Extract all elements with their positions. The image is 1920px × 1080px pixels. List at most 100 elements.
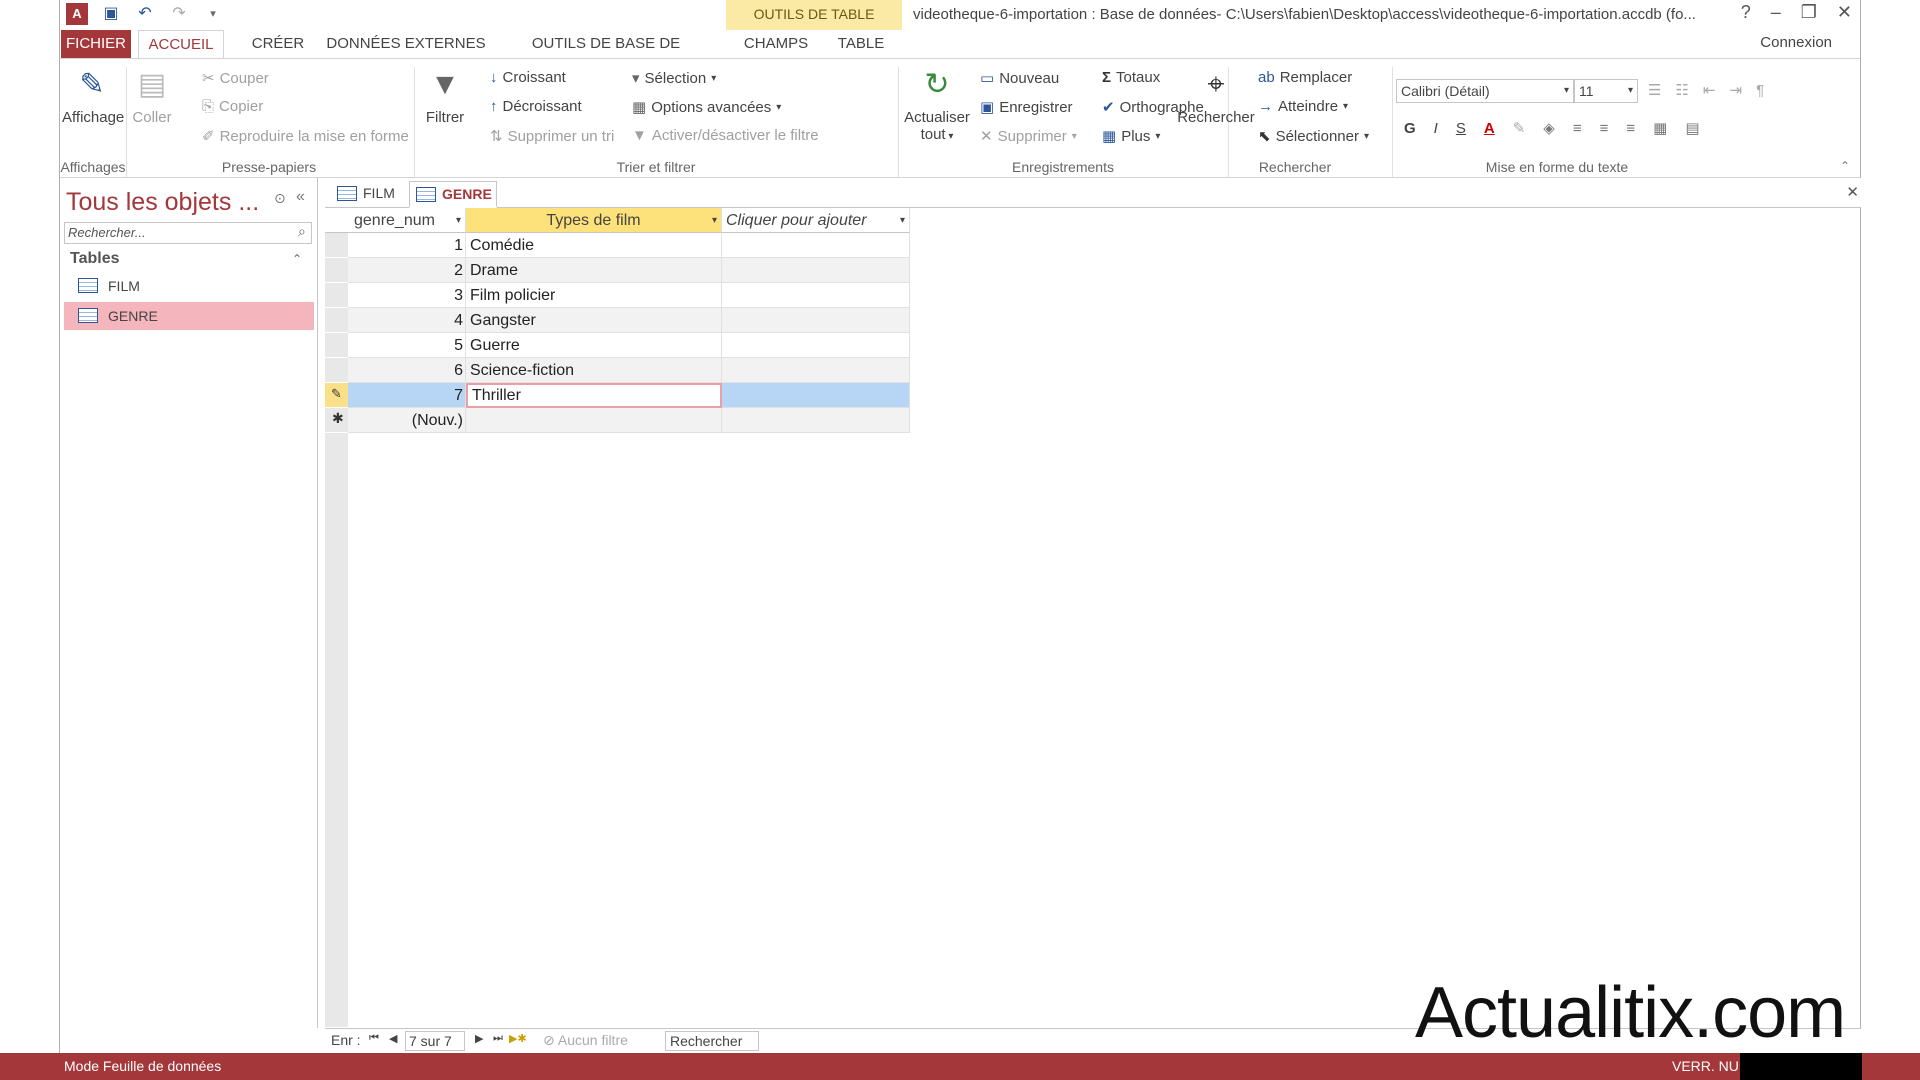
cell-add-column[interactable] <box>722 233 910 258</box>
row-selector[interactable] <box>325 333 348 358</box>
cell-types-de-film[interactable]: Drame <box>466 258 722 283</box>
numbering-icon[interactable]: ☷ <box>1675 81 1688 99</box>
cell-add-column[interactable] <box>722 308 910 333</box>
nav-search-input[interactable]: Rechercher... <box>64 222 312 244</box>
sort-ascending-button[interactable]: ↓ Croissant <box>490 69 566 86</box>
align-right-icon[interactable]: ≡ <box>1626 120 1635 137</box>
font-size-select[interactable]: 11 ▾ <box>1574 79 1638 103</box>
new-row-selector[interactable]: ✱ <box>325 408 348 433</box>
column-dropdown-icon[interactable]: ▾ <box>712 208 717 232</box>
cell-add-column[interactable] <box>722 333 910 358</box>
tab-create[interactable]: CRÉER <box>238 30 318 58</box>
cell-types-de-film[interactable]: Comédie <box>466 233 722 258</box>
copy-button[interactable]: ⎘ Copier <box>202 98 263 115</box>
record-search-input[interactable]: Rechercher <box>665 1031 759 1051</box>
bullets-icon[interactable]: ☰ <box>1648 81 1661 99</box>
row-selector[interactable] <box>325 308 348 333</box>
totals-button[interactable]: Σ Totaux <box>1102 69 1160 86</box>
previous-record-icon[interactable]: ◀ <box>389 1032 397 1045</box>
goto-button[interactable]: → Atteindre ▾ <box>1258 98 1348 115</box>
collapse-ribbon-icon[interactable]: ⌃ <box>1840 159 1850 173</box>
remove-sort-button[interactable]: ⇅ Supprimer un tri <box>490 127 614 146</box>
alternate-row-color-icon[interactable]: ▦ <box>1653 119 1667 137</box>
underline-button[interactable]: S <box>1456 120 1466 137</box>
cell-genre-num[interactable]: 4 <box>348 308 466 333</box>
save-record-button[interactable]: ▣ Enregistrer <box>980 98 1073 117</box>
filter-button[interactable]: ▼ Filtrer <box>422 65 468 126</box>
nav-item-film[interactable]: FILM <box>64 272 314 300</box>
nav-menu-chevron-icon[interactable]: ⊙ <box>274 190 286 207</box>
gridlines-icon[interactable]: ▤ <box>1685 119 1699 137</box>
save-icon[interactable]: ▣ <box>100 3 122 25</box>
paragraph-icon[interactable]: ¶ <box>1756 82 1764 99</box>
next-record-icon[interactable]: ▶ <box>475 1032 483 1045</box>
find-button[interactable]: ⌖ Rechercher <box>1174 65 1258 126</box>
format-painter-button[interactable]: ✐ Reproduire la mise en forme <box>202 127 409 146</box>
new-row-cell[interactable] <box>466 408 722 433</box>
doc-tab-film[interactable]: FILM <box>331 181 407 208</box>
first-record-icon[interactable]: ⏮ <box>369 1032 379 1045</box>
new-record-button[interactable]: ▭ Nouveau <box>980 69 1059 88</box>
tab-fields[interactable]: CHAMPS <box>736 30 816 58</box>
tab-home[interactable]: ACCUEIL <box>138 30 224 58</box>
cell-add-column[interactable] <box>722 383 910 408</box>
tab-table[interactable]: TABLE <box>826 30 896 58</box>
cell-types-de-film[interactable]: Film policier <box>466 283 722 308</box>
cut-button[interactable]: ✂ Couper <box>202 69 269 88</box>
restore-button[interactable]: ❐ <box>1801 2 1817 23</box>
sign-in-link[interactable]: Connexion <box>1760 34 1832 51</box>
fill-color-icon[interactable]: ◈ <box>1543 119 1555 137</box>
new-blank-record-icon[interactable]: ▶✱ <box>509 1032 527 1045</box>
nav-section-tables[interactable]: Tables <box>70 250 120 268</box>
column-dropdown-icon[interactable]: ▾ <box>900 208 905 232</box>
tab-file[interactable]: FICHIER <box>61 30 131 58</box>
cell-add-column[interactable] <box>722 258 910 283</box>
shutter-bar-close-icon[interactable]: « <box>296 188 305 206</box>
cell-types-de-film[interactable]: Gangster <box>466 308 722 333</box>
cell-add-column[interactable] <box>722 358 910 383</box>
column-dropdown-icon[interactable]: ▾ <box>456 208 461 232</box>
filter-status[interactable]: ⊘ Aucun filtre <box>543 1032 628 1049</box>
last-record-icon[interactable]: ⏭ <box>493 1032 503 1045</box>
font-family-select[interactable]: Calibri (Détail) ▾ <box>1396 79 1574 103</box>
help-icon[interactable]: ? <box>1741 2 1751 23</box>
highlight-icon[interactable]: ✎ <box>1513 119 1526 137</box>
close-document-icon[interactable]: ✕ <box>1846 183 1859 201</box>
replace-button[interactable]: ab Remplacer <box>1258 69 1352 86</box>
customize-qat-icon[interactable]: ▾ <box>202 3 224 25</box>
column-header-genre-num[interactable]: genre_num ▾ <box>348 208 466 233</box>
search-icon[interactable]: ⌕ <box>298 223 306 240</box>
cell-types-de-film[interactable]: Guerre <box>466 333 722 358</box>
nav-item-genre[interactable]: GENRE <box>64 302 314 330</box>
doc-tab-genre[interactable]: GENRE <box>409 181 497 208</box>
tab-external-data[interactable]: DONNÉES EXTERNES <box>326 30 486 58</box>
view-button[interactable]: ✎ Affichage <box>62 65 124 126</box>
row-selector[interactable]: ✎ <box>325 383 348 408</box>
advanced-options-button[interactable]: ▦ Options avancées ▾ <box>632 98 781 117</box>
refresh-all-button[interactable]: ↻ Actualiser tout ▾ <box>902 65 972 143</box>
row-selector[interactable] <box>325 358 348 383</box>
italic-button[interactable]: I <box>1434 120 1438 137</box>
align-left-icon[interactable]: ≡ <box>1573 120 1582 137</box>
sort-descending-button[interactable]: ↑ Décroissant <box>490 98 582 115</box>
select-all-corner[interactable] <box>325 208 348 233</box>
cell-types-de-film[interactable]: Science-fiction <box>466 358 722 383</box>
row-selector[interactable] <box>325 258 348 283</box>
column-header-add[interactable]: Cliquer pour ajouter ▾ <box>722 208 910 233</box>
row-selector[interactable] <box>325 233 348 258</box>
cell-add-column[interactable] <box>722 283 910 308</box>
close-button[interactable]: ✕ <box>1837 2 1852 23</box>
collapse-section-icon[interactable]: ⌃ <box>292 252 302 266</box>
cell-genre-num[interactable]: 2 <box>348 258 466 283</box>
cell-genre-num[interactable]: 7 <box>348 383 466 408</box>
cell-genre-num[interactable]: 3 <box>348 283 466 308</box>
undo-icon[interactable]: ↶ <box>134 3 156 25</box>
row-selector[interactable] <box>325 283 348 308</box>
nav-pane-title[interactable]: Tous les objets ... <box>66 188 259 217</box>
new-row-cell[interactable] <box>722 408 910 433</box>
new-row-cell[interactable]: (Nouv.) <box>348 408 466 433</box>
increase-indent-icon[interactable]: ⇥ <box>1729 81 1742 99</box>
minimize-button[interactable]: – <box>1771 2 1781 23</box>
toggle-filter-button[interactable]: ▼ Activer/désactiver le filtre <box>632 127 819 144</box>
bold-button[interactable]: G <box>1404 120 1416 137</box>
